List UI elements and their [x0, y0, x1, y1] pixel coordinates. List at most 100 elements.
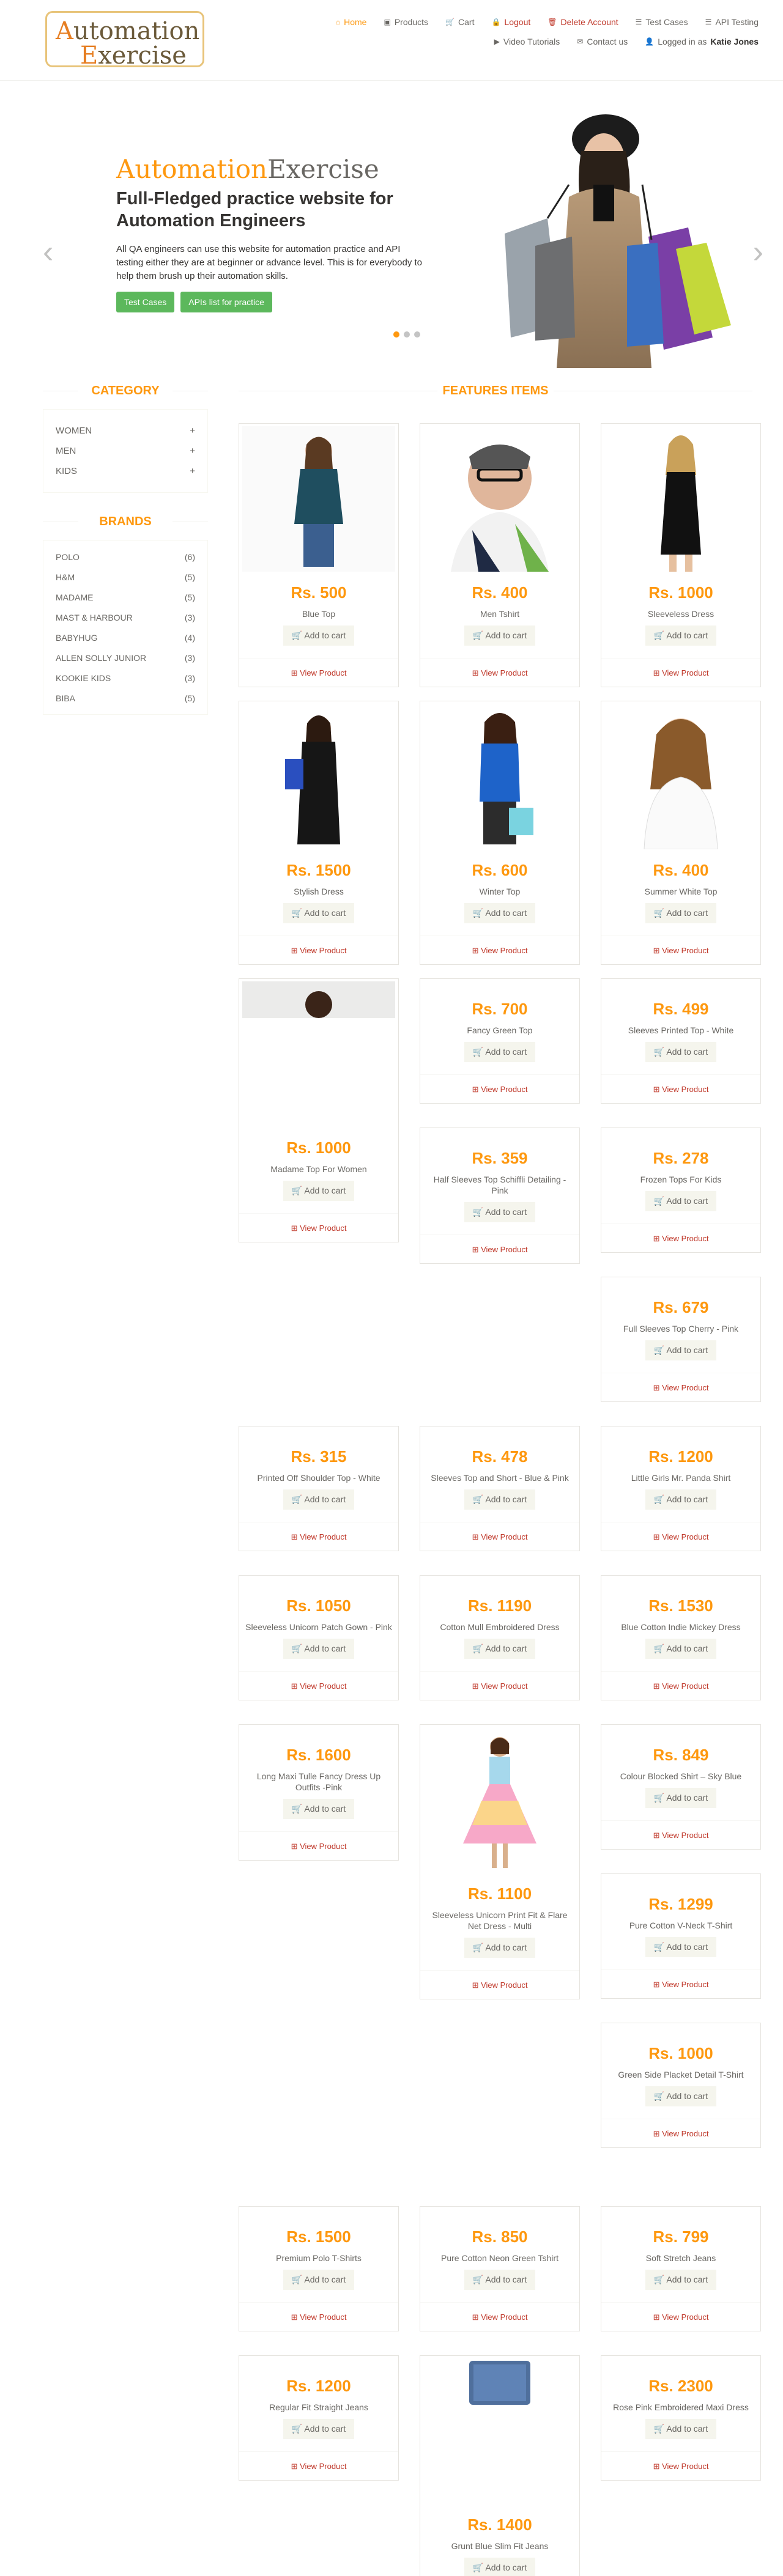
add-to-cart-button[interactable]: 🛒 Add to cart — [464, 1042, 536, 1062]
product-name: Winter Top — [479, 887, 521, 896]
view-product-link[interactable]: ⊞ View Product — [239, 1213, 398, 1242]
view-product-link[interactable]: ⊞ View Product — [239, 2302, 398, 2331]
view-product-link[interactable]: ⊞ View Product — [601, 936, 760, 964]
category-men[interactable]: MEN + — [56, 441, 195, 461]
left-sidebar: CATEGORY WOMEN + MEN + KIDS + BRANDS POLO (6) H… — [43, 384, 208, 715]
add-to-cart-button[interactable]: 🛒 Add to cart — [283, 1181, 355, 1201]
brand-item[interactable]: BABYHUG (4) — [56, 627, 195, 648]
view-product-link[interactable]: ⊞ View Product — [239, 1671, 398, 1700]
add-to-cart-button[interactable]: 🛒 Add to cart — [645, 1340, 717, 1360]
add-to-cart-button[interactable]: 🛒 Add to cart — [464, 2270, 536, 2290]
nav-api-testing[interactable]: ☰ API Testing — [705, 17, 759, 27]
brand-item[interactable]: MADAME (5) — [56, 587, 195, 607]
slider-next-icon[interactable]: › — [753, 234, 763, 270]
nav-home[interactable]: ⌂ Home — [336, 17, 367, 27]
add-to-cart-button[interactable]: 🛒 Add to cart — [645, 1639, 717, 1659]
plus-square-icon: ⊞ — [472, 2312, 481, 2322]
nav-logout[interactable]: 🔒 Logout — [491, 17, 530, 27]
view-product-link[interactable]: ⊞ View Product — [239, 658, 398, 687]
add-to-cart-button[interactable]: 🛒 Add to cart — [464, 1938, 536, 1958]
brand-item[interactable]: KOOKIE KIDS (3) — [56, 668, 195, 688]
add-to-cart-button[interactable]: 🛒 Add to cart — [645, 2419, 717, 2439]
slider-dot[interactable] — [414, 331, 420, 338]
slider-dot[interactable] — [393, 331, 399, 338]
view-product-link[interactable]: ⊞ View Product — [601, 2119, 760, 2147]
product-card: Rs. 1190 Cotton Mull Embroidered Dress 🛒 A… — [420, 1575, 580, 1700]
test-cases-button[interactable]: Test Cases — [116, 292, 175, 312]
view-product-link[interactable]: ⊞ View Product — [239, 2451, 398, 2480]
view-product-link[interactable]: ⊞ View Product — [239, 1522, 398, 1551]
view-product-link[interactable]: ⊞ View Product — [601, 1969, 760, 1998]
add-to-cart-button[interactable]: 🛒 Add to cart — [283, 1489, 355, 1510]
add-to-cart-button[interactable]: 🛒 Add to cart — [464, 626, 536, 646]
add-to-cart-button[interactable]: 🛒 Add to cart — [464, 1639, 536, 1659]
add-to-cart-button[interactable]: 🛒 Add to cart — [464, 1202, 536, 1222]
view-product-link[interactable]: ⊞ View Product — [601, 1671, 760, 1700]
add-to-cart-button[interactable]: 🛒 Add to cart — [283, 626, 355, 646]
view-product-link[interactable]: ⊞ View Product — [239, 936, 398, 964]
category-women[interactable]: WOMEN + — [56, 421, 195, 441]
view-product-link[interactable]: ⊞ View Product — [601, 1820, 760, 1849]
nav-video-tutorials[interactable]: ▶ Video Tutorials — [494, 37, 560, 46]
brand-item[interactable]: H&M (5) — [56, 567, 195, 587]
add-to-cart-label: Add to cart — [304, 1644, 346, 1653]
view-product-link[interactable]: ⊞ View Product — [420, 1970, 579, 1999]
cart-icon: 🛒 — [472, 2275, 486, 2284]
add-to-cart-button[interactable]: 🛒 Add to cart — [464, 2558, 536, 2576]
add-to-cart-button[interactable]: 🛒 Add to cart — [283, 2270, 355, 2290]
brand-item[interactable]: MAST & HARBOUR (3) — [56, 607, 195, 627]
add-to-cart-button[interactable]: 🛒 Add to cart — [645, 1788, 717, 1808]
features-items-title: FEATURES ITEMS — [239, 384, 752, 398]
apis-list-button[interactable]: APIs list for practice — [180, 292, 272, 312]
add-to-cart-button[interactable]: 🛒 Add to cart — [464, 1489, 536, 1510]
view-product-link[interactable]: ⊞ View Product — [420, 2302, 579, 2331]
view-product-link[interactable]: ⊞ View Product — [601, 1074, 760, 1103]
add-to-cart-button[interactable]: 🛒 Add to cart — [645, 2270, 717, 2290]
add-to-cart-button[interactable]: 🛒 Add to cart — [464, 903, 536, 923]
logo-line-1: Automation — [56, 17, 200, 45]
view-product-link[interactable]: ⊞ View Product — [420, 1671, 579, 1700]
view-product-link[interactable]: ⊞ View Product — [420, 1074, 579, 1103]
brand-item[interactable]: POLO (6) — [56, 547, 195, 567]
logged-in-prefix: Logged in as — [658, 37, 707, 46]
view-product-label: View Product — [662, 1532, 709, 1541]
view-product-label: View Product — [662, 946, 709, 955]
view-product-link[interactable]: ⊞ View Product — [601, 2302, 760, 2331]
product-card: Rs. 600 Winter Top 🛒 Add to cart ⊞ View Pro… — [420, 701, 580, 965]
add-to-cart-button[interactable]: 🛒 Add to cart — [645, 1489, 717, 1510]
nav-contact-us[interactable]: ✉ Contact us — [577, 37, 628, 46]
view-product-link[interactable]: ⊞ View Product — [601, 1373, 760, 1401]
view-product-link[interactable]: ⊞ View Product — [601, 2451, 760, 2480]
add-to-cart-button[interactable]: 🛒 Add to cart — [283, 1639, 355, 1659]
slider-prev-icon[interactable]: ‹ — [43, 234, 53, 270]
site-logo[interactable]: Automation Exercise — [45, 11, 204, 68]
add-to-cart-button[interactable]: 🛒 Add to cart — [645, 1937, 717, 1957]
view-product-link[interactable]: ⊞ View Product — [239, 1831, 398, 1860]
nav-products[interactable]: ▣ Products — [384, 17, 428, 27]
nav-delete-account[interactable]: 🗑 Delete Account — [547, 17, 618, 27]
view-product-link[interactable]: ⊞ View Product — [601, 1522, 760, 1551]
view-product-link[interactable]: ⊞ View Product — [420, 936, 579, 964]
nav-test-cases[interactable]: ☰ Test Cases — [636, 17, 688, 27]
view-product-label: View Product — [662, 2129, 709, 2138]
category-kids[interactable]: KIDS + — [56, 461, 195, 481]
brand-item[interactable]: ALLEN SOLLY JUNIOR (3) — [56, 648, 195, 668]
brand-item[interactable]: BIBA (5) — [56, 688, 195, 708]
slider-dot[interactable] — [404, 331, 410, 338]
add-to-cart-button[interactable]: 🛒 Add to cart — [645, 626, 717, 646]
view-product-link[interactable]: ⊞ View Product — [601, 1223, 760, 1252]
add-to-cart-button[interactable]: 🛒 Add to cart — [645, 903, 717, 923]
plus-square-icon: ⊞ — [653, 1085, 662, 1094]
add-to-cart-button[interactable]: 🛒 Add to cart — [645, 1191, 717, 1211]
add-to-cart-button[interactable]: 🛒 Add to cart — [283, 1799, 355, 1819]
view-product-link[interactable]: ⊞ View Product — [420, 1234, 579, 1263]
add-to-cart-button[interactable]: 🛒 Add to cart — [283, 2419, 355, 2439]
plus-square-icon: ⊞ — [653, 946, 662, 955]
view-product-link[interactable]: ⊞ View Product — [420, 1522, 579, 1551]
view-product-link[interactable]: ⊞ View Product — [601, 658, 760, 687]
view-product-link[interactable]: ⊞ View Product — [420, 658, 579, 687]
add-to-cart-button[interactable]: 🛒 Add to cart — [283, 903, 355, 923]
add-to-cart-button[interactable]: 🛒 Add to cart — [645, 2086, 717, 2106]
add-to-cart-button[interactable]: 🛒 Add to cart — [645, 1042, 717, 1062]
nav-cart[interactable]: 🛒 Cart — [445, 17, 474, 27]
